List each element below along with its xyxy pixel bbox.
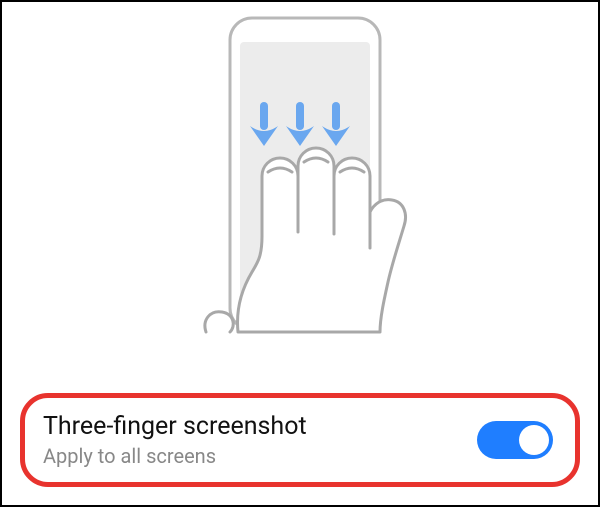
gesture-illustration: [2, 2, 598, 362]
toggle-knob: [519, 425, 549, 455]
setting-title: Three-finger screenshot: [43, 412, 307, 442]
swipe-arrows-icon: [250, 102, 350, 146]
phone-swipe-gesture-icon: [140, 12, 460, 352]
three-finger-screenshot-setting-row[interactable]: Three-finger screenshot Apply to all scr…: [20, 393, 580, 487]
setting-labels: Three-finger screenshot Apply to all scr…: [43, 412, 307, 468]
setting-subtitle: Apply to all screens: [43, 444, 307, 468]
three-finger-screenshot-toggle[interactable]: [477, 421, 553, 459]
